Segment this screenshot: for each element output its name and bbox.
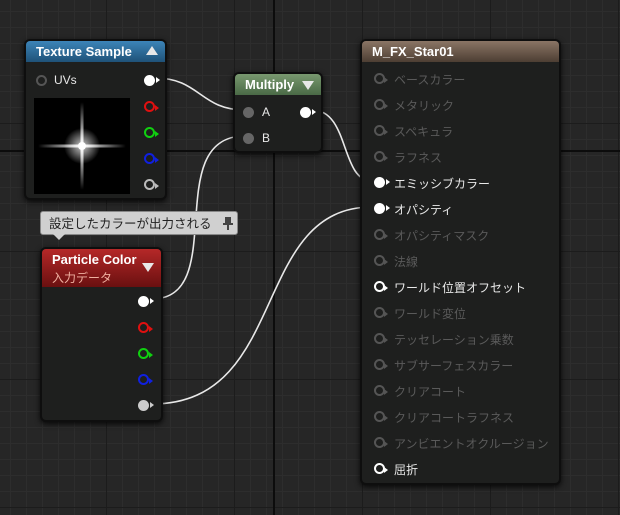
input-pin-icon[interactable]	[374, 255, 388, 266]
blue-output-pin[interactable]	[144, 153, 159, 164]
multiply-header[interactable]: Multiply	[235, 74, 321, 95]
particle-alpha-output-pin[interactable]	[138, 400, 154, 411]
input-pin-icon[interactable]	[374, 411, 388, 422]
input-pin-icon[interactable]	[374, 359, 388, 370]
material-header[interactable]: M_FX_Star01	[362, 41, 559, 62]
texture-preview	[34, 98, 130, 194]
multiply-node[interactable]: Multiply A B	[233, 72, 323, 153]
particle-blue-output-pin[interactable]	[138, 374, 153, 385]
input-pin-icon[interactable]	[374, 333, 388, 344]
particle-color-header[interactable]: Particle Color 入力データ	[42, 249, 161, 287]
input-pin-label: スペキュラ	[394, 125, 454, 139]
input-pin-icon[interactable]	[374, 229, 388, 240]
input-pin-label: テッセレーション乗数	[394, 333, 514, 347]
input-pin-icon[interactable]	[374, 463, 388, 474]
particle-color-node[interactable]: Particle Color 入力データ	[40, 247, 163, 422]
comment-bubble[interactable]: 設定したカラーが出力される	[40, 211, 238, 240]
input-pin-icon[interactable]	[374, 437, 388, 448]
input-pin-label: ワールド変位	[394, 307, 467, 321]
multiply-title: Multiply	[245, 77, 295, 92]
input-pin-label: 屈折	[394, 463, 419, 477]
texture-sample-title: Texture Sample	[36, 44, 132, 59]
star-texture-image	[38, 102, 126, 190]
input-pin-label: 法線	[394, 255, 419, 269]
collapse-arrow-icon[interactable]	[302, 81, 314, 90]
collapse-arrow-icon[interactable]	[146, 46, 158, 55]
green-output-pin[interactable]	[144, 127, 159, 138]
input-pin-label: オパシティ	[394, 203, 454, 217]
input-pin-label: エミッシブカラー	[394, 177, 491, 191]
input-pin-icon[interactable]	[374, 307, 388, 318]
texture-sample-header[interactable]: Texture Sample	[26, 41, 165, 62]
input-pin-icon[interactable]	[374, 73, 388, 84]
uvs-label: UVs	[54, 73, 77, 87]
material-title: M_FX_Star01	[372, 44, 454, 59]
multiply-output-pin[interactable]	[300, 107, 316, 118]
input-pin-icon[interactable]	[374, 203, 390, 214]
input-pin-label: ラフネス	[394, 151, 443, 165]
input-pin-icon[interactable]	[374, 385, 388, 396]
wire-particle-alpha-to-opacity	[151, 206, 373, 405]
input-pin-label: アンビエントオクルージョン	[394, 437, 549, 451]
input-pin-label: クリアコートラフネス	[394, 411, 515, 425]
input-pin-label: ワールド位置オフセット	[394, 281, 527, 295]
input-pin-icon[interactable]	[374, 151, 388, 162]
comment-text: 設定したカラーが出力される	[49, 217, 212, 231]
particle-rgb-output-pin[interactable]	[138, 296, 154, 307]
rgb-output-pin[interactable]	[144, 75, 160, 86]
input-pin-label: オパシティマスク	[394, 229, 490, 243]
input-pin-label: ベースカラー	[394, 73, 466, 87]
input-a-label: A	[262, 105, 271, 119]
input-pin-label: サブサーフェスカラー	[394, 359, 514, 373]
particle-red-output-pin[interactable]	[138, 322, 153, 333]
input-a-pin[interactable]	[243, 107, 254, 118]
texture-sample-node[interactable]: Texture Sample UVs	[24, 39, 167, 200]
input-b-pin[interactable]	[243, 133, 254, 144]
material-result-node[interactable]: M_FX_Star01 ベースカラー メタリックスペキュララフネスエミッシブカラー…	[360, 39, 561, 485]
input-pin-icon[interactable]	[374, 99, 388, 110]
pin-comment-icon[interactable]	[223, 216, 233, 230]
input-pin-icon[interactable]	[374, 281, 388, 292]
input-pin-icon[interactable]	[374, 125, 388, 136]
input-pin-icon[interactable]	[374, 177, 390, 188]
uvs-input-pin[interactable]	[36, 75, 47, 86]
wire-uvs-rgb-to-a	[154, 77, 246, 111]
collapse-arrow-icon[interactable]	[142, 263, 154, 272]
input-pin-label: クリアコート	[394, 385, 467, 399]
red-output-pin[interactable]	[144, 101, 159, 112]
input-pin-label: メタリック	[394, 99, 455, 113]
input-b-label: B	[262, 131, 271, 145]
particle-green-output-pin[interactable]	[138, 348, 153, 359]
alpha-output-pin[interactable]	[144, 179, 159, 190]
